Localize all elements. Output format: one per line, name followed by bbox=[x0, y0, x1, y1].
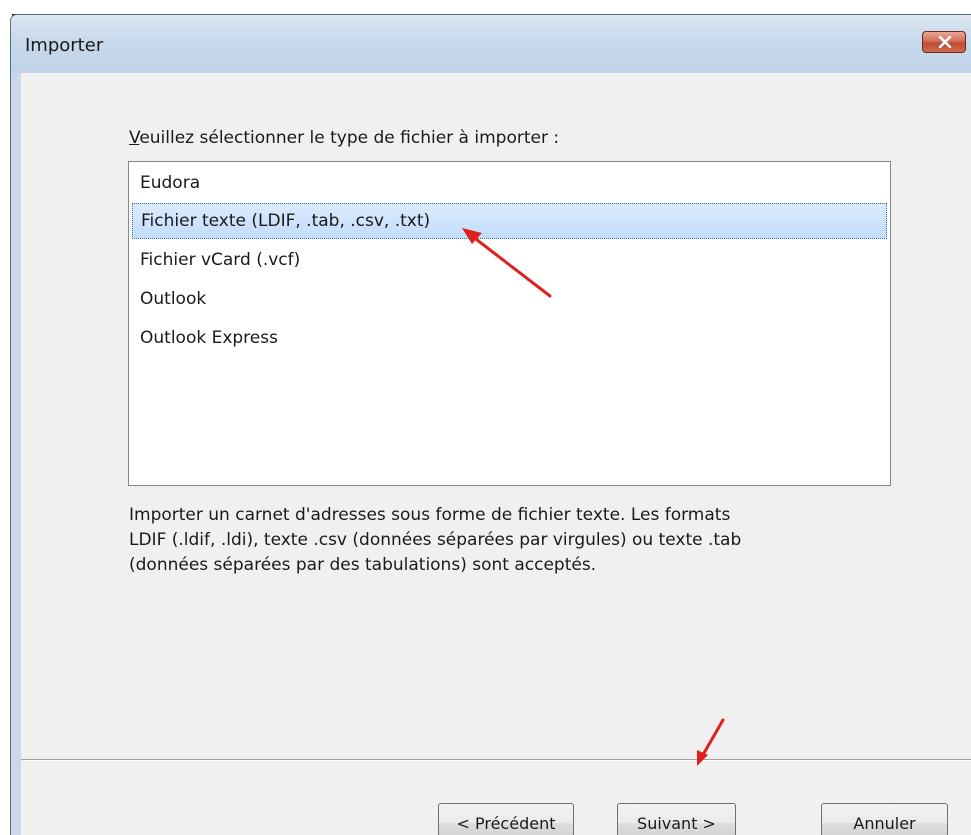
title-bar[interactable]: Importer bbox=[11, 15, 971, 73]
list-item-vcard[interactable]: Fichier vCard (.vcf) bbox=[132, 242, 887, 278]
list-item-text-file[interactable]: Fichier texte (LDIF, .tab, .csv, .txt) bbox=[132, 203, 887, 239]
import-dialog-window: Importer Veuillez sélectionner le type d… bbox=[10, 14, 971, 835]
file-type-prompt-label: Veuillez sélectionner le type de fichier… bbox=[129, 128, 559, 148]
previous-button[interactable]: < Précédent bbox=[438, 803, 574, 835]
screenshot-margin-top bbox=[0, 0, 971, 14]
file-type-listbox[interactable]: Eudora Fichier texte (LDIF, .tab, .csv, … bbox=[128, 161, 891, 486]
dialog-content: Veuillez sélectionner le type de fichier… bbox=[21, 73, 971, 835]
next-button[interactable]: Suivant > bbox=[617, 803, 736, 835]
prompt-text: euillez sélectionner le type de fichier … bbox=[139, 128, 560, 148]
list-item-outlook-express[interactable]: Outlook Express bbox=[132, 320, 887, 356]
list-item-outlook[interactable]: Outlook bbox=[132, 281, 887, 317]
window-title: Importer bbox=[25, 35, 104, 56]
access-key-letter: V bbox=[129, 128, 140, 148]
description-line: (données séparées par des tabulations) s… bbox=[129, 555, 597, 575]
button-area-separator bbox=[21, 759, 971, 761]
close-button[interactable] bbox=[922, 31, 966, 53]
cancel-button[interactable]: Annuler bbox=[821, 803, 948, 835]
description-line: LDIF (.ldif, .ldi), texte .csv (données … bbox=[129, 530, 742, 550]
description-line: Importer un carnet d'adresses sous forme… bbox=[129, 505, 731, 525]
file-type-description: Importer un carnet d'adresses sous forme… bbox=[129, 503, 889, 578]
list-item-eudora[interactable]: Eudora bbox=[132, 165, 887, 201]
close-icon bbox=[938, 36, 952, 48]
